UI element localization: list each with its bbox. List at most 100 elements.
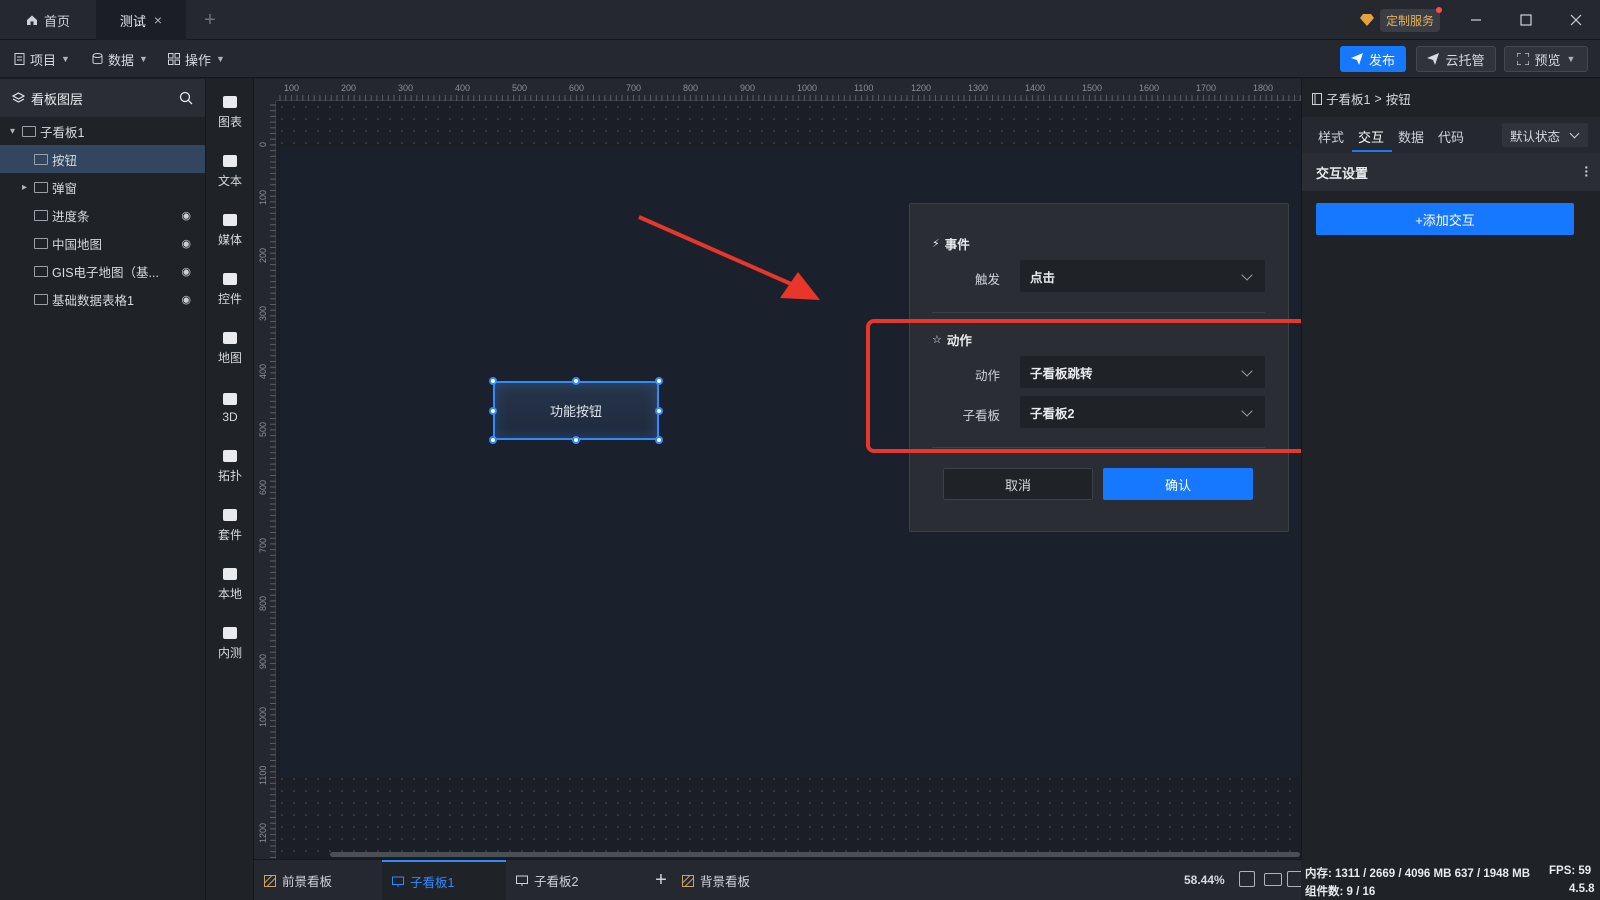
ruler-tick-label: 1100 [258, 766, 268, 785]
layer-item[interactable]: 进度条 ◉ [0, 201, 205, 229]
annotation-arrow [638, 215, 820, 300]
rail-item-label: 内测 [217, 646, 242, 660]
horizontal-ruler: 100 200 300 400 500 600 700 800 900 1000 1100 1200 1… [276, 79, 1301, 101]
tab-foreground-board[interactable]: 前景看板 [264, 860, 374, 900]
layer-item[interactable]: ▸ 弹窗 [0, 173, 205, 201]
close-window-icon[interactable] [1552, 0, 1600, 40]
minimize-icon[interactable] [1452, 0, 1500, 40]
tab-style[interactable]: 样式 [1318, 127, 1344, 146]
resize-handle[interactable] [489, 407, 497, 415]
diamond-icon [1360, 14, 1374, 26]
tab-subboard-2-label: 子看板2 [534, 875, 579, 889]
maximize-icon[interactable] [1502, 0, 1550, 40]
menu-project[interactable]: 项目 ▼ [14, 48, 70, 70]
beta-icon [223, 627, 237, 639]
layer-item[interactable]: 中国地图 ◉ [0, 229, 205, 257]
rail-item-text[interactable]: 文本 [206, 144, 254, 198]
layer-type-icon [34, 293, 48, 305]
cloud-hosting-button[interactable]: 云托管 [1416, 46, 1496, 72]
tab-code[interactable]: 代码 [1438, 127, 1464, 146]
eye-hidden-icon[interactable]: ◉ [181, 293, 191, 306]
keyboard-icon[interactable] [1264, 873, 1282, 886]
divider [932, 312, 1265, 313]
rail-item-cube[interactable]: 3D [206, 380, 254, 434]
send-icon [1350, 53, 1363, 65]
rail-item-local[interactable]: 本地 [206, 557, 254, 611]
confirm-button[interactable]: 确认 [1103, 468, 1253, 500]
tab-data[interactable]: 数据 [1398, 127, 1424, 146]
rail-item-beta[interactable]: 内测 [206, 616, 254, 670]
function-button-component[interactable]: 功能按钮 [493, 381, 659, 440]
add-interaction-button[interactable]: +添加交互 [1316, 203, 1574, 235]
resize-handle[interactable] [655, 407, 663, 415]
rail-item-map[interactable]: 地图 [206, 321, 254, 375]
layer-item-label: GIS电子地图（基... [52, 265, 159, 280]
tab-subboard-2[interactable]: 子看板2 [516, 860, 626, 900]
rail-item-label: 套件 [217, 528, 242, 542]
database-icon [92, 53, 103, 65]
resize-handle[interactable] [655, 377, 663, 385]
resize-handle[interactable] [655, 436, 663, 444]
ruler-tick-label: 900 [740, 83, 755, 93]
caret-down-icon[interactable]: ▾ [10, 126, 22, 137]
layer-item-label: 弹窗 [52, 181, 78, 196]
eye-hidden-icon[interactable]: ◉ [181, 209, 191, 222]
tab-home[interactable]: 首页 [14, 0, 94, 40]
document-icon [14, 53, 25, 65]
rail-item-kit[interactable]: 套件 [206, 498, 254, 552]
eye-hidden-icon[interactable]: ◉ [181, 237, 191, 250]
tab-background-board[interactable]: 背景看板 [682, 860, 792, 900]
add-tab-icon[interactable]: + [198, 0, 222, 40]
state-select[interactable]: 默认状态 [1502, 123, 1588, 147]
horizontal-scrollbar[interactable] [330, 852, 1300, 857]
add-board-icon[interactable]: + [646, 860, 676, 900]
chevron-down-icon [1241, 269, 1253, 281]
layer-item-label: 进度条 [52, 209, 90, 224]
tab-interaction[interactable]: 交互 [1358, 127, 1384, 146]
layer-item[interactable]: ▾ 子看板1 [0, 117, 205, 145]
caret-right-icon[interactable]: ▸ [22, 182, 34, 193]
resize-handle[interactable] [489, 377, 497, 385]
ruler-tick-label: 0 [258, 142, 268, 147]
preview-button[interactable]: 预览 ▼ [1504, 46, 1588, 72]
custom-service-label: 定制服务 [1380, 6, 1443, 32]
fps-readout: FPS: 59 [1549, 865, 1592, 877]
more-vertical-icon[interactable]: · · · [1584, 160, 1589, 182]
tab-close-icon[interactable]: × [154, 12, 162, 28]
breadcrumb-parent[interactable]: 子看板1 [1326, 89, 1370, 108]
cube-icon [223, 392, 237, 405]
tab-test[interactable]: 测试 × [96, 0, 186, 40]
tab-subboard-1[interactable]: 子看板1 [382, 860, 506, 900]
rail-item-media[interactable]: 媒体 [206, 203, 254, 257]
cancel-button[interactable]: 取消 [943, 468, 1093, 500]
rail-item-bar-chart[interactable]: 图表 [206, 85, 254, 139]
ruler-tick-label: 1800 [1253, 83, 1273, 93]
layer-item[interactable]: GIS电子地图（基... ◉ [0, 257, 205, 285]
menu-operate[interactable]: 操作 ▼ [168, 48, 225, 70]
resize-handle[interactable] [572, 377, 580, 385]
resize-handle[interactable] [572, 436, 580, 444]
search-icon[interactable] [179, 91, 193, 105]
fit-screen-icon[interactable] [1239, 871, 1255, 887]
monitor-icon [392, 876, 404, 887]
layer-item[interactable]: 按钮 [0, 145, 205, 173]
rail-item-topology[interactable]: 拓扑 [206, 439, 254, 493]
menu-data[interactable]: 数据 ▼ [92, 48, 148, 70]
control-icon [223, 273, 237, 285]
rail-item-control[interactable]: 控件 [206, 262, 254, 316]
layer-item[interactable]: 基础数据表格1 ◉ [0, 285, 205, 313]
eye-hidden-icon[interactable]: ◉ [181, 265, 191, 278]
custom-service[interactable]: 定制服务 [1360, 6, 1448, 32]
event-title-label: 事件 [944, 238, 970, 252]
ruler-tick-label: 500 [258, 422, 268, 437]
publish-button[interactable]: 发布 [1340, 46, 1406, 72]
menu-data-label: 数据 [108, 52, 135, 68]
zoom-level[interactable]: 58.44% [1184, 873, 1225, 887]
media-icon [223, 214, 237, 226]
properties-panel: 子看板1 > 按钮 样式 交互 数据 代码 默认状态 交互设置 · · · +添加交… [1301, 79, 1600, 859]
trigger-select[interactable]: 点击 [1020, 260, 1265, 292]
vertical-ruler: 0 100 200 300 400 500 600 700 800 900 1000 1100 1200 [254, 101, 276, 859]
resize-handle[interactable] [489, 436, 497, 444]
layer-type-icon [22, 125, 36, 137]
menu-project-label: 项目 [30, 52, 57, 68]
